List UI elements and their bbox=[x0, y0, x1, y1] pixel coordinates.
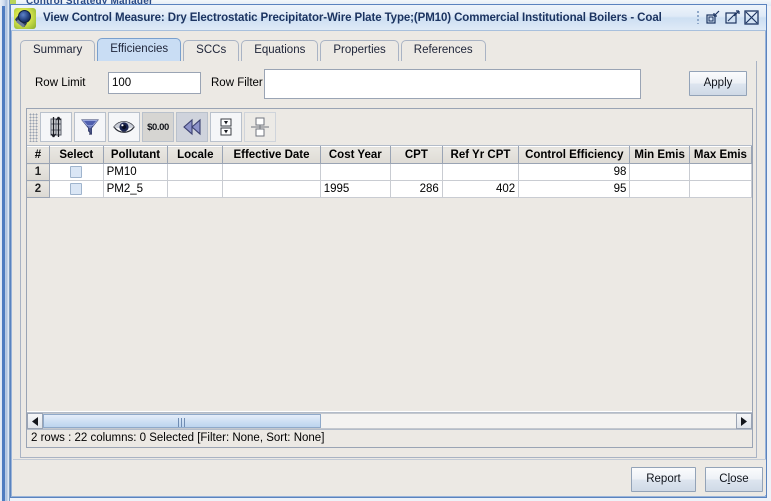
scroll-right-arrow[interactable] bbox=[736, 413, 752, 429]
row-select-checkbox[interactable] bbox=[70, 165, 83, 178]
table-row[interactable]: 1 PM10 98 bbox=[27, 163, 752, 181]
funnel-icon[interactable] bbox=[74, 112, 106, 142]
cell-pollutant: PM10 bbox=[103, 163, 169, 181]
report-button[interactable]: Report bbox=[631, 467, 696, 492]
window-titlebar[interactable]: View Control Measure: Dry Electrostatic … bbox=[11, 5, 766, 31]
cell-ref-yr-cpt bbox=[442, 163, 520, 181]
screen: Control Strategy Manager View Control Me… bbox=[0, 0, 771, 501]
window-content: Summary Efficiencies SCCs Equations Prop… bbox=[12, 31, 766, 496]
cell-cost-year: 1995 bbox=[320, 180, 391, 198]
maximize-button[interactable] bbox=[723, 8, 742, 27]
col-header-locale[interactable]: Locale bbox=[167, 146, 224, 164]
dialog-footer: Report Close bbox=[13, 459, 766, 495]
table-status-bar: 2 rows : 22 columns: 0 Selected [Filter:… bbox=[27, 429, 752, 447]
view-control-measure-window: View Control Measure: Dry Electrostatic … bbox=[10, 4, 767, 498]
tab-sccs[interactable]: SCCs bbox=[183, 40, 240, 61]
efficiencies-panel: Row Limit Row Filter Apply bbox=[20, 61, 757, 458]
cell-cost-year bbox=[320, 163, 391, 181]
efficiencies-table-container: $0.00 # Select Pollutant Locale Effectiv… bbox=[26, 108, 753, 448]
col-header-cost-year[interactable]: Cost Year bbox=[320, 146, 391, 164]
cell-cpt: 286 bbox=[390, 180, 443, 198]
col-header-max-emis[interactable]: Max Emis bbox=[689, 146, 752, 164]
col-header-select[interactable]: Select bbox=[49, 146, 104, 164]
table-toolbar: $0.00 bbox=[27, 109, 752, 146]
tab-efficiencies[interactable]: Efficiencies bbox=[97, 38, 182, 61]
currency-label: $0.00 bbox=[147, 121, 169, 133]
filter-bar: Row Limit Row Filter Apply bbox=[21, 61, 756, 108]
close-button[interactable]: Close bbox=[705, 467, 763, 492]
magnifier-icon bbox=[14, 7, 36, 29]
close-icon[interactable] bbox=[742, 8, 761, 27]
cell-locale bbox=[167, 180, 224, 198]
row-filter-label: Row Filter bbox=[211, 77, 263, 89]
col-header-index[interactable]: # bbox=[27, 146, 50, 164]
cell-effective-date bbox=[222, 180, 321, 198]
row-index: 1 bbox=[27, 163, 50, 181]
minimize-button[interactable] bbox=[704, 8, 723, 27]
row-select-cell[interactable] bbox=[49, 180, 104, 198]
scrollbar-thumb[interactable] bbox=[43, 414, 321, 428]
titlebar-separator bbox=[697, 11, 699, 24]
tab-summary[interactable]: Summary bbox=[20, 40, 96, 61]
horizontal-scrollbar[interactable] bbox=[27, 412, 752, 429]
col-header-pollutant[interactable]: Pollutant bbox=[103, 146, 169, 164]
row-select-checkbox[interactable] bbox=[70, 182, 83, 195]
tab-properties[interactable]: Properties bbox=[320, 40, 399, 61]
cell-min-emis bbox=[629, 180, 690, 198]
window-title: View Control Measure: Dry Electrostatic … bbox=[43, 11, 662, 24]
table-header-row: # Select Pollutant Locale Effective Date… bbox=[27, 146, 752, 164]
row-filter-input[interactable] bbox=[264, 69, 641, 99]
cell-effective-date bbox=[222, 163, 321, 181]
table-row[interactable]: 2 PM2_5 1995 286 402 95 bbox=[27, 180, 752, 198]
eye-icon[interactable] bbox=[108, 112, 140, 142]
col-header-min-emis[interactable]: Min Emis bbox=[629, 146, 690, 164]
col-header-cpt[interactable]: CPT bbox=[390, 146, 443, 164]
cell-min-emis bbox=[629, 163, 690, 181]
efficiencies-table: # Select Pollutant Locale Effective Date… bbox=[27, 146, 752, 198]
currency-icon[interactable]: $0.00 bbox=[142, 112, 174, 142]
cell-ref-yr-cpt: 402 bbox=[442, 180, 520, 198]
cell-control-efficiency: 98 bbox=[518, 163, 631, 181]
tab-equations[interactable]: Equations bbox=[241, 40, 319, 61]
cell-max-emis bbox=[689, 163, 752, 181]
window-controls bbox=[694, 8, 766, 27]
row-index: 2 bbox=[27, 180, 50, 198]
grid-scroll-area: # Select Pollutant Locale Effective Date… bbox=[27, 146, 752, 411]
cell-pollutant: PM2_5 bbox=[103, 180, 169, 198]
toolbar-drag-handle[interactable] bbox=[29, 112, 38, 142]
row-limit-input[interactable] bbox=[108, 72, 201, 94]
select-rows-icon[interactable] bbox=[210, 112, 242, 142]
tab-bar: Summary Efficiencies SCCs Equations Prop… bbox=[20, 37, 765, 61]
col-header-ref-yr-cpt[interactable]: Ref Yr CPT bbox=[442, 146, 520, 164]
close-button-label: Close bbox=[719, 473, 749, 485]
group-rows-icon[interactable] bbox=[244, 112, 276, 142]
rewind-icon[interactable] bbox=[176, 112, 208, 142]
col-header-effective-date[interactable]: Effective Date bbox=[222, 146, 321, 164]
background-window-left-accent bbox=[2, 6, 5, 501]
cell-locale bbox=[167, 163, 224, 181]
row-limit-label: Row Limit bbox=[35, 77, 86, 89]
cell-control-efficiency: 95 bbox=[518, 180, 631, 198]
scrollbar-track[interactable] bbox=[43, 413, 736, 429]
col-header-control-efficiency[interactable]: Control Efficiency bbox=[518, 146, 631, 164]
cell-cpt bbox=[390, 163, 443, 181]
row-select-cell[interactable] bbox=[49, 163, 104, 181]
tab-references[interactable]: References bbox=[400, 40, 486, 61]
apply-button[interactable]: Apply bbox=[689, 71, 747, 96]
sort-columns-button[interactable] bbox=[40, 112, 72, 142]
scroll-left-arrow[interactable] bbox=[27, 413, 43, 429]
cell-max-emis bbox=[689, 180, 752, 198]
